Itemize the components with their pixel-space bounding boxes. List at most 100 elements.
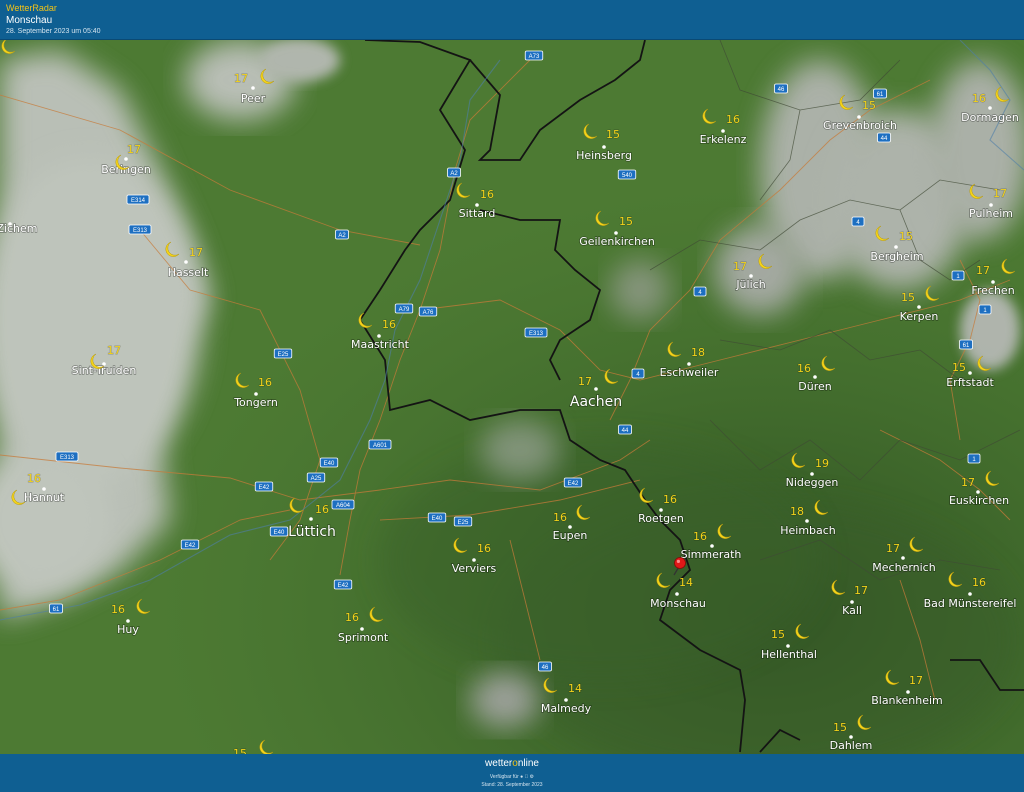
city-name: Bergheim: [870, 250, 923, 263]
city-name: Kerpen: [900, 310, 939, 323]
city-name: Düren: [798, 380, 831, 393]
road-badge-e25: E25: [453, 516, 473, 527]
svg-text:A2: A2: [450, 171, 458, 177]
brand-title: WetterRadar: [6, 3, 57, 13]
temperature-label: 15: [833, 721, 847, 734]
svg-text:E42: E42: [185, 543, 196, 549]
road-badge-4: 4: [851, 216, 865, 227]
svg-text:E25: E25: [278, 352, 289, 358]
road-badge-44: 44: [877, 132, 891, 143]
temperature-label: 17: [854, 584, 868, 597]
city-name: Huy: [117, 623, 139, 636]
temperature-label: 17: [961, 476, 975, 489]
road-badge-e40: E40: [269, 526, 289, 537]
city-dot: [805, 519, 809, 523]
temperature-label: 16: [258, 376, 272, 389]
city-name: Dormagen: [961, 111, 1019, 124]
city-name: Erkelenz: [700, 133, 747, 146]
temperature-label: 16: [693, 530, 707, 543]
temperature-label: 16: [27, 472, 41, 485]
road-badge-a79: A79: [394, 303, 414, 314]
temperature-label: 17: [189, 246, 203, 259]
app-header: WetterRadar Monschau 28. September 2023 …: [0, 0, 1024, 40]
temperature-label: 18: [691, 346, 705, 359]
weather-map[interactable]: A73 A2 E314 E313 A2 A79 A76 E313 E25 A601 E40 E313 A…: [0, 40, 1024, 754]
city-name: Malmedy: [541, 702, 592, 715]
svg-text:E42: E42: [568, 481, 579, 487]
city-name: Heimbach: [780, 524, 836, 537]
road-badge-61: 61: [959, 339, 973, 350]
svg-text:61: 61: [53, 607, 60, 613]
svg-text:E42: E42: [338, 583, 349, 589]
road-badge-e40: E40: [427, 512, 447, 523]
road-badge-a604: A604: [331, 499, 355, 510]
city-dot: [917, 305, 921, 309]
city-name: Grevenbroich: [823, 119, 897, 132]
city-name: Beringen: [101, 163, 151, 176]
road-badge-1: 1: [951, 270, 965, 281]
temperature-label: 16: [480, 188, 494, 201]
city-name: Hannut: [24, 491, 65, 504]
road-badge-4: 4: [693, 286, 707, 297]
road-badge-e42: E42: [563, 477, 583, 488]
road-badge-e314: E314: [126, 194, 150, 205]
city-dot: [124, 157, 128, 161]
road-badge-1: 1: [978, 304, 992, 315]
availability-text: Verfügbar für: [489, 774, 519, 780]
availability-note: Verfügbar für ●  ⚙: [0, 774, 1024, 780]
city-name: Sint-Truiden: [72, 364, 137, 377]
location-title: Monschau: [6, 15, 53, 26]
temperature-label: 16: [972, 576, 986, 589]
city-dot: [309, 517, 313, 521]
road-badge-e42: E42: [333, 579, 353, 590]
temperature-label: 17: [733, 260, 747, 273]
city-name: Hellenthal: [761, 648, 817, 661]
svg-text:44: 44: [881, 136, 888, 142]
svg-text:E313: E313: [60, 455, 75, 461]
wetteronline-logo[interactable]: wetteronline: [0, 758, 1024, 769]
city-name: Tongern: [233, 396, 278, 409]
city-dot: [968, 592, 972, 596]
city-name: Bad Münstereifel: [924, 597, 1017, 610]
road-badge-e313: E313: [524, 327, 548, 338]
terrain-eifel: [380, 440, 820, 680]
city-dot: [901, 556, 905, 560]
city-dot: [251, 86, 255, 90]
city-name: Simmerath: [681, 548, 742, 561]
temperature-label: 15: [771, 628, 785, 641]
road-badge-a601: A601: [368, 439, 392, 450]
city-name: Euskirchen: [949, 494, 1009, 507]
road-badge-e313: E313: [55, 451, 79, 462]
road-badge-a73: A73: [524, 50, 544, 61]
svg-text:A25: A25: [311, 476, 322, 482]
road-badge-e42: E42: [254, 481, 274, 492]
temperature-label: 17: [886, 542, 900, 555]
svg-text:A601: A601: [373, 443, 388, 449]
city-name: Aachen: [570, 394, 622, 410]
svg-text:E25: E25: [458, 520, 469, 526]
road-badge-e40: E40: [319, 457, 339, 468]
city-name: Roetgen: [638, 512, 684, 525]
city-name: Pulheim: [969, 207, 1013, 220]
city-name: Heinsberg: [576, 149, 632, 162]
road-badge-e25: E25: [273, 348, 293, 359]
city-name: Blankenheim: [871, 694, 943, 707]
city-dot: [813, 375, 817, 379]
temperature-label: 18: [790, 505, 804, 518]
city-name: Dahlem: [830, 739, 873, 752]
city-name: Sittard: [459, 207, 496, 220]
temperature-label: 14: [679, 576, 693, 589]
road-badge-540: 540: [617, 169, 637, 180]
city-name: el-Zichem: [0, 222, 37, 235]
temperature-label: 16: [315, 503, 329, 516]
temperature-label: 15: [619, 215, 633, 228]
temperature-label: 19: [815, 457, 829, 470]
temperature-label: 15: [233, 747, 247, 754]
city-name: Monschau: [650, 597, 706, 610]
city-name: Erftstadt: [946, 376, 994, 389]
map-canvas[interactable]: A73 A2 E314 E313 A2 A79 A76 E313 E25 A601 E40 E313 A…: [0, 40, 1024, 754]
svg-text:44: 44: [622, 428, 629, 434]
road-badge-4: 4: [631, 368, 645, 379]
svg-text:46: 46: [778, 87, 785, 93]
road-badge-44: 44: [618, 424, 632, 435]
